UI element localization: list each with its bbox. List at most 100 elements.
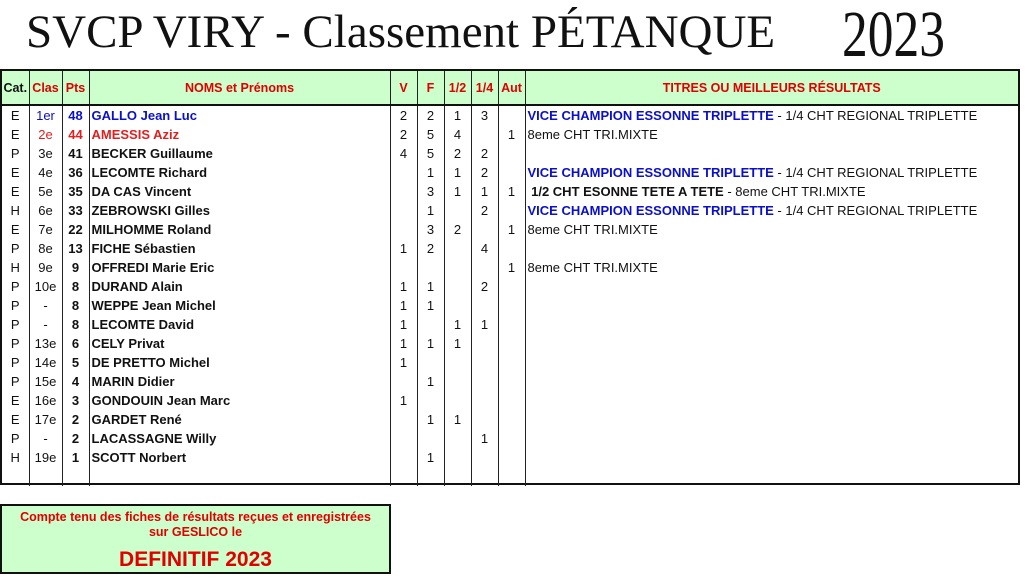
cell-quart [471, 220, 499, 239]
table-row: E 7e 22 MILHOMME Roland 3 2 1 8eme CHT TRI.MIXT… [2, 220, 1018, 239]
cell-pts: 48 [62, 105, 90, 125]
cell-pts: 2 [62, 410, 90, 429]
table-row: E 4e 36 LECOMTE Richard 1 1 2 VICE CHAMPION ESS… [2, 163, 1018, 182]
table-header-row: Cat. Clas Pts NOMS et Prénoms V F 1/2 1/… [2, 71, 1018, 106]
cell-aut [498, 448, 526, 467]
cell-titres [525, 334, 1018, 353]
cell-quart: 4 [471, 239, 499, 258]
cell-quart [471, 353, 499, 372]
column-header-v: V [390, 71, 418, 106]
cell-cat: P [2, 372, 30, 391]
cell-titres [525, 410, 1018, 429]
cell-quart: 1 [471, 182, 499, 201]
cell-demi [444, 448, 472, 467]
cell-v: 4 [390, 144, 418, 163]
cell-name: CELY Privat [89, 334, 391, 353]
column-header-demi: 1/2 [444, 71, 472, 106]
titre-highlight: VICE CHAMPION ESSONNE TRIPLETTE [527, 203, 774, 218]
table-row: E 2e 44 AMESSIS Aziz 2 5 4 1 8eme CHT TRI.MIXTE [2, 125, 1018, 144]
cell-pts: 8 [62, 277, 90, 296]
cell-name: WEPPE Jean Michel [89, 296, 391, 315]
cell-clas: 5e [29, 182, 63, 201]
empty-cell [29, 467, 63, 486]
titre-detail: 8eme CHT TRI.MIXTE [527, 127, 658, 142]
cell-aut [498, 144, 526, 163]
titre-detail: 8eme CHT TRI.MIXTE [527, 222, 658, 237]
column-header-names: NOMS et Prénoms [89, 71, 391, 106]
cell-cat: E [2, 182, 30, 201]
cell-aut [498, 296, 526, 315]
table-row: E 17e 2 GARDET René 1 1 [2, 410, 1018, 429]
cell-aut [498, 201, 526, 220]
cell-demi: 1 [444, 163, 472, 182]
table-row: P -2 LACASSAGNE Willy 1 [2, 429, 1018, 448]
cell-pts: 41 [62, 144, 90, 163]
cell-clas: 16e [29, 391, 63, 410]
cell-cat: H [2, 448, 30, 467]
cell-cat: E [2, 410, 30, 429]
cell-clas: 1er [29, 105, 63, 125]
cell-clas: 14e [29, 353, 63, 372]
cell-clas: 2e [29, 125, 63, 144]
empty-cell [62, 467, 90, 486]
cell-cat: P [2, 296, 30, 315]
cell-quart [471, 372, 499, 391]
table-row: E 16e 3 GONDOUIN Jean Marc 1 [2, 391, 1018, 410]
cell-cat: H [2, 258, 30, 277]
cell-quart [471, 125, 499, 144]
cell-quart: 2 [471, 277, 499, 296]
column-header-aut: Aut [498, 71, 526, 106]
table-row: H 6e 33 ZEBROWSKI Gilles 1 2 VICE CHAMPION ESS… [2, 201, 1018, 220]
cell-name: MARIN Didier [89, 372, 391, 391]
cell-aut: 1 [498, 182, 526, 201]
cell-f: 1 [417, 448, 445, 467]
cell-f: 1 [417, 334, 445, 353]
cell-clas: - [29, 315, 63, 334]
cell-aut: 1 [498, 125, 526, 144]
note-line-1: Compte tenu des fiches de résultats reçu… [20, 510, 371, 524]
cell-pts: 1 [62, 448, 90, 467]
cell-quart: 2 [471, 163, 499, 182]
table-row: H 19e 1 SCOTT Norbert 1 [2, 448, 1018, 467]
cell-titres: 8eme CHT TRI.MIXTE [525, 220, 1018, 239]
cell-demi: 1 [444, 334, 472, 353]
cell-titres: VICE CHAMPION ESSONNE TRIPLETTE - 1/4 CH… [525, 201, 1018, 220]
table-row: E 1er 48 GALLO Jean Luc 2 2 1 3 VICE CHAMPION ES… [2, 105, 1018, 125]
cell-f: 5 [417, 144, 445, 163]
cell-clas: - [29, 429, 63, 448]
cell-v: 1 [390, 315, 418, 334]
cell-name: ZEBROWSKI Gilles [89, 201, 391, 220]
cell-pts: 33 [62, 201, 90, 220]
cell-quart: 3 [471, 105, 499, 125]
cell-cat: P [2, 429, 30, 448]
cell-name: DA CAS Vincent [89, 182, 391, 201]
cell-quart [471, 391, 499, 410]
cell-pts: 36 [62, 163, 90, 182]
titre-detail: - 1/4 CHT REGIONAL TRIPLETTE [773, 203, 978, 218]
cell-titres [525, 353, 1018, 372]
cell-cat: E [2, 163, 30, 182]
cell-v: 1 [390, 296, 418, 315]
cell-name: DURAND Alain [89, 277, 391, 296]
cell-demi [444, 353, 472, 372]
cell-v [390, 448, 418, 467]
cell-name: LECOMTE David [89, 315, 391, 334]
cell-aut [498, 353, 526, 372]
table-row: P 10e 8 DURAND Alain 1 1 2 [2, 277, 1018, 296]
empty-cell [498, 467, 526, 486]
cell-clas: 9e [29, 258, 63, 277]
cell-f: 2 [417, 105, 445, 125]
cell-titres [525, 372, 1018, 391]
cell-aut [498, 315, 526, 334]
cell-v [390, 182, 418, 201]
cell-aut: 1 [498, 258, 526, 277]
empty-cell [525, 467, 1018, 486]
cell-clas: - [29, 296, 63, 315]
cell-pts: 44 [62, 125, 90, 144]
cell-v [390, 429, 418, 448]
cell-aut [498, 372, 526, 391]
cell-f: 1 [417, 277, 445, 296]
cell-f: 1 [417, 410, 445, 429]
empty-cell [390, 467, 418, 486]
cell-aut [498, 334, 526, 353]
